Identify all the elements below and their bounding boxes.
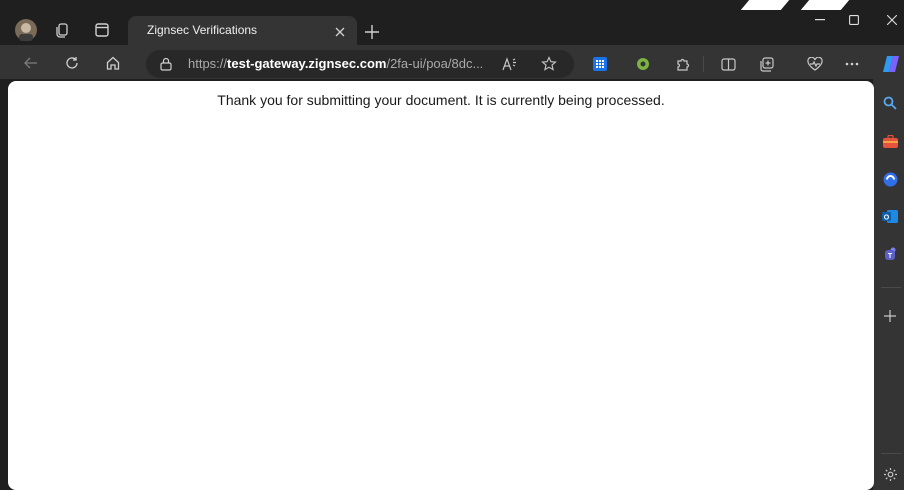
close-window-button[interactable] — [880, 10, 904, 30]
copilot-sidebar-icon[interactable] — [879, 168, 901, 190]
url-text[interactable]: https://test-gateway.zignsec.com/2fa-ui/… — [188, 56, 483, 72]
back-arrow-icon[interactable] — [20, 53, 42, 73]
url-scheme: https:// — [188, 56, 228, 71]
browser-essentials-icon[interactable] — [805, 54, 825, 74]
teams-icon[interactable]: T — [879, 243, 901, 265]
favorite-star-icon[interactable] — [539, 54, 559, 74]
svg-text:O: O — [884, 214, 890, 221]
outlook-icon[interactable]: O — [879, 205, 901, 227]
extensions-puzzle-icon[interactable] — [672, 54, 692, 74]
page-content: Thank you for submitting your document. … — [8, 81, 874, 490]
home-icon[interactable] — [102, 53, 124, 73]
collections-plus-icon[interactable] — [756, 54, 776, 74]
decor-stripe — [800, 0, 850, 10]
tools-briefcase-icon[interactable] — [879, 130, 901, 152]
svg-text:T: T — [888, 253, 893, 260]
sidebar-divider — [881, 453, 901, 454]
tab-title: Zignsec Verifications — [147, 23, 258, 37]
tab-actions-icon[interactable] — [92, 20, 112, 40]
sidebar-divider — [881, 287, 901, 288]
copilot-icon[interactable] — [879, 52, 903, 76]
minimize-button[interactable] — [808, 10, 832, 30]
close-tab-icon[interactable] — [332, 24, 348, 40]
refresh-icon[interactable] — [61, 53, 83, 73]
sidebar-settings-icon[interactable] — [879, 463, 901, 485]
status-message: Thank you for submitting your document. … — [217, 92, 665, 108]
apps-grid-icon[interactable] — [590, 54, 610, 74]
more-options-icon[interactable] — [842, 54, 862, 74]
add-sidebar-app-icon[interactable] — [879, 305, 901, 327]
read-aloud-icon[interactable] — [500, 54, 520, 74]
profile-avatar[interactable] — [14, 18, 38, 42]
url-path: /2fa-ui/poa/8dc... — [386, 56, 484, 71]
decor-stripe — [740, 0, 790, 10]
search-icon[interactable] — [879, 92, 901, 114]
toolbar-divider — [703, 56, 704, 72]
new-tab-button[interactable] — [362, 22, 382, 42]
split-screen-icon[interactable] — [718, 54, 738, 74]
url-host: test-gateway.zignsec.com — [227, 56, 387, 71]
collections-icon[interactable] — [52, 20, 72, 40]
extension-gear-icon[interactable] — [633, 54, 653, 74]
maximize-button[interactable] — [842, 10, 866, 30]
lock-icon[interactable] — [158, 55, 174, 73]
